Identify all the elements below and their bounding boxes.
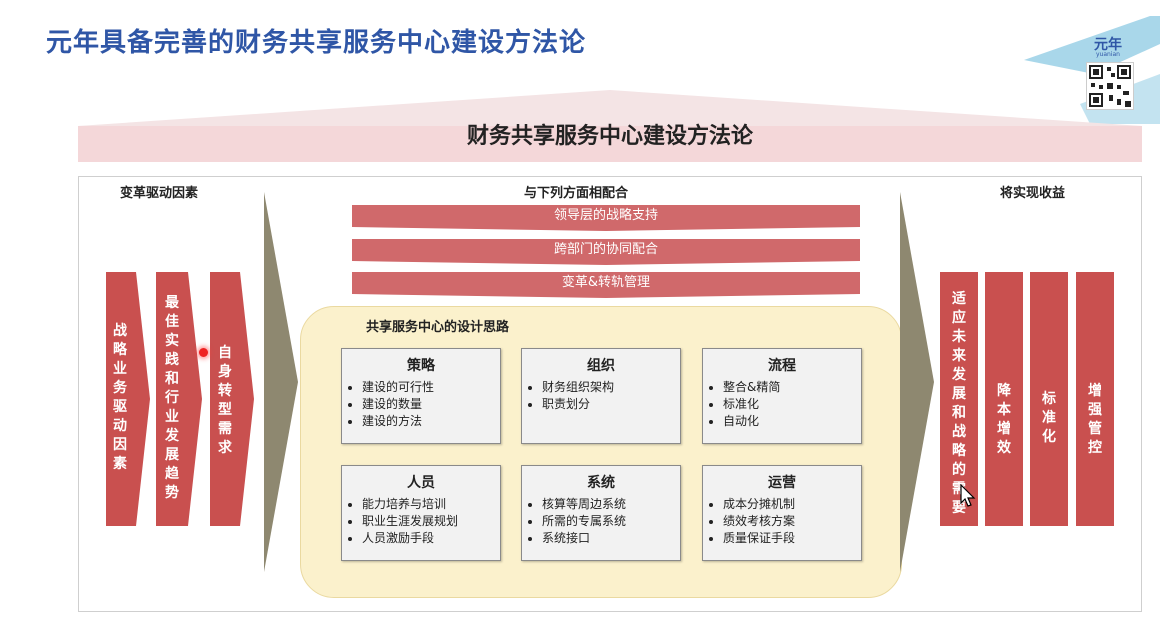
roof-title: 财务共享服务中心建设方法论 <box>466 124 753 149</box>
left-big-arrow <box>264 192 298 572</box>
card-operations-item: 成本分摊机制 <box>723 496 861 513</box>
driver-bar-1: 战略业务驱动因素 <box>106 272 150 526</box>
benefit-bar-4: 增强管控 <box>1076 272 1114 526</box>
band-leadership-label: 领导层的战略支持 <box>553 208 658 223</box>
card-people-title: 人员 <box>407 475 435 491</box>
band-cross-department-label: 跨部门的协同配合 <box>553 242 658 257</box>
card-strategy-item: 建设的方法 <box>362 413 500 430</box>
band-leadership: 领导层的战略支持 <box>352 205 860 231</box>
band-cross-department: 跨部门的协同配合 <box>352 239 860 265</box>
card-system-item: 核算等周边系统 <box>542 496 680 513</box>
card-people-item: 职业生涯发展规划 <box>362 513 500 530</box>
band-change-management-label: 变革&转轨管理 <box>561 275 651 290</box>
card-people: 人员 能力培养与培训 职业生涯发展规划 人员激励手段 <box>341 465 501 561</box>
card-organization-item: 财务组织架构 <box>542 379 680 396</box>
card-strategy-title: 策略 <box>407 358 435 374</box>
card-process-item: 整合&精简 <box>723 379 861 396</box>
card-operations-item: 质量保证手段 <box>723 530 861 547</box>
card-strategy: 策略 建设的可行性 建设的数量 建设的方法 <box>341 348 501 444</box>
driver-bar-2: 最佳实践和行业发展趋势 <box>156 272 202 526</box>
mouse-cursor-icon <box>960 484 976 507</box>
card-organization-item: 职责划分 <box>542 396 680 413</box>
card-system: 系统 核算等周边系统 所需的专属系统 系统接口 <box>521 465 681 561</box>
right-big-arrow <box>900 192 934 572</box>
driver-bar-3-label: 自身转型需求 <box>218 345 232 456</box>
band-change-management: 变革&转轨管理 <box>352 272 860 298</box>
card-operations: 运营 成本分摊机制 绩效考核方案 质量保证手段 <box>702 465 862 561</box>
card-system-title: 系统 <box>587 475 615 491</box>
benefit-bar-2: 降本增效 <box>985 272 1023 526</box>
card-people-item: 人员激励手段 <box>362 530 500 547</box>
driver-bar-1-label: 战略业务驱动因素 <box>113 323 127 472</box>
card-strategy-item: 建设的数量 <box>362 396 500 413</box>
logo-subtext: yuanian <box>1096 51 1120 58</box>
slide-title: 元年具备完善的财务共享服务中心建设方法论 <box>46 28 587 58</box>
card-process-item: 标准化 <box>723 396 861 413</box>
card-organization: 组织 财务组织架构 职责划分 <box>521 348 681 444</box>
benefit-bar-3: 标准化 <box>1030 272 1068 526</box>
card-process: 流程 整合&精简 标准化 自动化 <box>702 348 862 444</box>
card-system-item: 所需的专属系统 <box>542 513 680 530</box>
card-operations-title: 运营 <box>768 475 796 491</box>
driver-bar-2-label: 最佳实践和行业发展趋势 <box>165 295 179 501</box>
right-section-title: 将实现收益 <box>1000 186 1066 201</box>
driver-bar-3: 自身转型需求 <box>210 272 254 526</box>
card-process-item: 自动化 <box>723 413 861 430</box>
middle-section-title: 与下列方面相配合 <box>524 186 629 201</box>
card-strategy-item: 建设的可行性 <box>362 379 500 396</box>
left-section-title: 变革驱动因素 <box>120 186 199 201</box>
card-system-item: 系统接口 <box>542 530 680 547</box>
card-organization-title: 组织 <box>587 358 615 374</box>
benefit-bar-2-label: 降本增效 <box>997 383 1011 456</box>
card-operations-item: 绩效考核方案 <box>723 513 861 530</box>
laser-pointer-dot <box>199 348 208 357</box>
benefit-bar-4-label: 增强管控 <box>1088 383 1102 456</box>
card-process-title: 流程 <box>768 358 796 374</box>
benefit-bar-3-label: 标准化 <box>1042 391 1056 445</box>
design-panel-title: 共享服务中心的设计思路 <box>366 320 510 335</box>
card-people-item: 能力培养与培训 <box>362 496 500 513</box>
